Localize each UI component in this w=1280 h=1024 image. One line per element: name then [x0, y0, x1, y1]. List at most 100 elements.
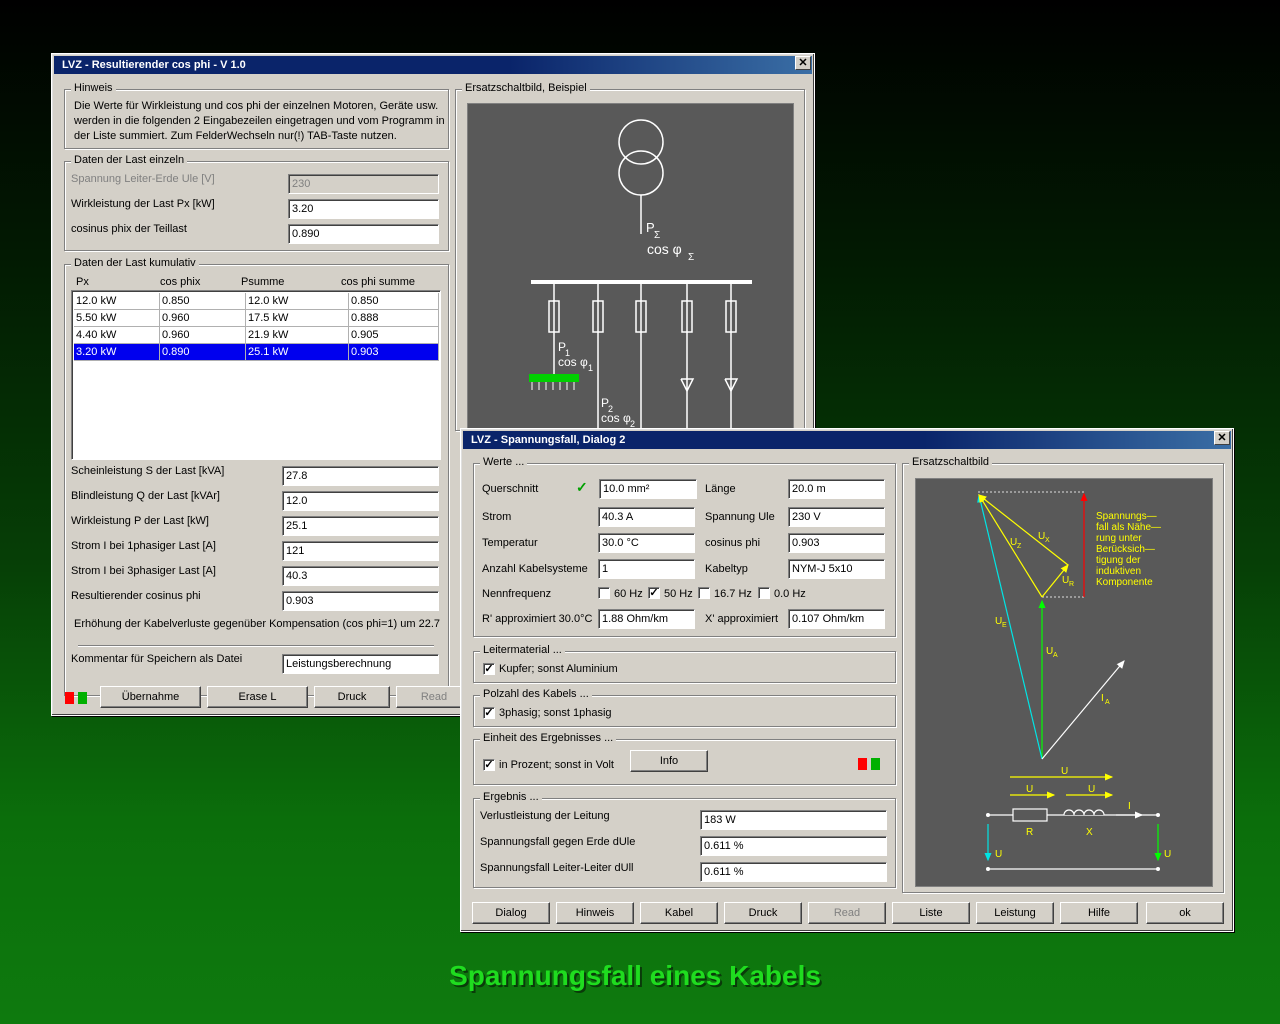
hinweis-line-1: Die Werte für Wirkleistung und cos phi d…	[74, 100, 439, 112]
strom-1ph-label: Strom I bei 1phasiger Last [A]	[71, 540, 216, 552]
table-cell: 0.960	[160, 327, 246, 344]
window-title[interactable]: LVZ - Spannungsfall, Dialog 2	[463, 431, 1231, 449]
prozent-checkbox[interactable]: ✓	[483, 759, 495, 771]
prozent-label: in Prozent; sonst in Volt	[499, 759, 614, 771]
note-line: fall als Nähe—	[1096, 522, 1161, 533]
wirkleistung-field[interactable]: 3.20	[288, 199, 439, 219]
blindleistung-field: 12.0	[282, 491, 439, 511]
x-approx-field[interactable]: 0.107 Ohm/km	[788, 609, 885, 629]
table-row[interactable]: 4.40 kW 0.960 21.9 kW 0.905	[74, 327, 439, 344]
phasor-svg: Spannungs— fall als Nähe— rung unter Ber…	[977, 491, 1171, 871]
erhoehung-text: Erhöhung der Kabelverluste gegenüber Kom…	[74, 618, 442, 630]
temperatur-field[interactable]: 30.0 °C	[598, 533, 695, 553]
table-row-selected[interactable]: 3.20 kW 0.890 25.1 kW 0.903	[74, 344, 439, 361]
cos1-label: cos φ	[558, 355, 588, 369]
druck-button[interactable]: Druck	[724, 902, 802, 924]
group-leitermaterial: Leitermaterial ... ✓ Kupfer; sonst Alumi…	[473, 644, 896, 683]
leistung-button[interactable]: Leistung	[976, 902, 1054, 924]
uebernahme-button[interactable]: Übernahme	[100, 686, 201, 708]
table-cell: 4.40 kW	[74, 327, 160, 344]
r-approx-label: R' approximiert 30.0°C	[482, 613, 593, 625]
spannung-ule-field[interactable]: 230 V	[788, 507, 885, 527]
ia-label: I	[1101, 693, 1104, 704]
last-list[interactable]: 12.0 kW 0.850 12.0 kW 0.850 5.50 kW 0.96…	[71, 290, 441, 460]
read-button[interactable]: Read	[808, 902, 886, 924]
erase-l-button[interactable]: Erase L	[207, 686, 308, 708]
kabel-button[interactable]: Kabel	[640, 902, 718, 924]
group-label: Werte ...	[480, 456, 528, 468]
strom-3ph-label: Strom I bei 3phasiger Last [A]	[71, 565, 216, 577]
dialog-button[interactable]: Dialog	[472, 902, 550, 924]
ur-circuit-label: U	[1026, 784, 1033, 795]
verlustleistung-label: Verlustleistung der Leitung	[480, 810, 610, 822]
ersatzschaltbild-beispiel-diagram: P Σ cos φ Σ P 1 cos φ 1 P 2 cos φ 2	[467, 103, 794, 435]
wirkleistung-p-field: 25.1	[282, 516, 439, 536]
close-button[interactable]: ✕	[1214, 431, 1230, 445]
3phasig-checkbox[interactable]: ✓	[483, 707, 495, 719]
spannungsfall-erde-label: Spannungsfall gegen Erde dUle	[480, 836, 636, 848]
note-line: Berücksich—	[1096, 544, 1155, 555]
group-label: Ergebnis ...	[480, 791, 542, 803]
table-cell: 12.0 kW	[74, 293, 160, 310]
list-header-cos-phi-summe: cos phi summe	[341, 276, 415, 288]
strom-1ph-field: 121	[282, 541, 439, 561]
freq-60-checkbox[interactable]	[598, 587, 610, 599]
liste-button[interactable]: Liste	[892, 902, 970, 924]
hinweis-line-3: der Liste summiert. Zum FelderWechseln n…	[74, 130, 397, 142]
resultierender-cos-field: 0.903	[282, 591, 439, 611]
cosinus-phi-field[interactable]: 0.903	[788, 533, 885, 553]
circuit-icon: U U U I R X U U	[984, 766, 1171, 871]
anzahl-field[interactable]: 1	[598, 559, 695, 579]
freq-0-checkbox[interactable]	[758, 587, 770, 599]
cosinus-phi-label: cosinus phi	[705, 537, 761, 549]
hinweis-button[interactable]: Hinweis	[556, 902, 634, 924]
laenge-field[interactable]: 20.0 m	[788, 479, 885, 499]
list-header-px: Px	[76, 276, 89, 288]
uz-sub: Z	[1017, 543, 1022, 550]
freq-16-checkbox[interactable]	[698, 587, 710, 599]
table-cell: 25.1 kW	[246, 344, 349, 361]
freq-50-checkbox[interactable]: ✓	[648, 587, 660, 599]
druck-button[interactable]: Druck	[314, 686, 390, 708]
querschnitt-field[interactable]: 10.0 mm²	[599, 479, 697, 499]
group-daten-einzeln: Daten der Last einzeln Spannung Leiter-E…	[64, 154, 449, 251]
nennfrequenz-label: Nennfrequenz	[482, 588, 552, 600]
info-button[interactable]: Info	[630, 750, 708, 772]
verlustleistung-field: 183 W	[700, 810, 887, 830]
ux-circuit-label: U	[1088, 784, 1095, 795]
table-cell: 0.890	[160, 344, 246, 361]
kabeltyp-field[interactable]: NYM-J 5x10	[788, 559, 885, 579]
hilfe-button[interactable]: Hilfe	[1060, 902, 1138, 924]
window-title[interactable]: LVZ - Resultierender cos phi - V 1.0	[54, 56, 812, 74]
cos-phix-field[interactable]: 0.890	[288, 224, 439, 244]
group-werte: Werte ... Querschnitt ✓ 10.0 mm² Länge 2…	[473, 456, 896, 637]
ersatzschaltbild-diagram: Spannungs— fall als Nähe— rung unter Ber…	[915, 478, 1213, 887]
group-label: Daten der Last einzeln	[71, 154, 188, 166]
querschnitt-label: Querschnitt	[482, 483, 539, 495]
status-flag-icon	[65, 692, 87, 704]
ia-sub: A	[1105, 699, 1110, 706]
beispiel-svg: P Σ cos φ Σ P 1 cos φ 1 P 2 cos φ 2	[529, 119, 752, 434]
temperatur-label: Temperatur	[482, 537, 538, 549]
table-cell: 0.850	[349, 293, 439, 310]
separator	[78, 645, 434, 647]
r-approx-field[interactable]: 1.88 Ohm/km	[598, 609, 695, 629]
group-label: Einheit des Ergebnisses ...	[480, 732, 617, 744]
table-row[interactable]: 12.0 kW 0.850 12.0 kW 0.850	[74, 293, 439, 310]
strom-3ph-field: 40.3	[282, 566, 439, 586]
close-button[interactable]: ✕	[795, 56, 811, 70]
table-cell: 0.960	[160, 310, 246, 327]
ok-button[interactable]: ok	[1146, 902, 1224, 924]
table-cell: 0.903	[349, 344, 439, 361]
laenge-label: Länge	[705, 483, 736, 495]
kupfer-checkbox[interactable]: ✓	[483, 663, 495, 675]
spannungsfall-leiter-label: Spannungsfall Leiter-Leiter dUll	[480, 862, 634, 874]
strom-field[interactable]: 40.3 A	[598, 507, 695, 527]
table-row[interactable]: 5.50 kW 0.960 17.5 kW 0.888	[74, 310, 439, 327]
freq-16-label: 16.7 Hz	[714, 588, 752, 600]
scheinleistung-field: 27.8	[282, 466, 439, 486]
ur-sub: R	[1069, 581, 1074, 588]
kommentar-field[interactable]: Leistungsberechnung	[282, 654, 439, 674]
strom-label: Strom	[482, 511, 512, 523]
slide-caption: Spannungsfall eines Kabels	[449, 960, 821, 991]
